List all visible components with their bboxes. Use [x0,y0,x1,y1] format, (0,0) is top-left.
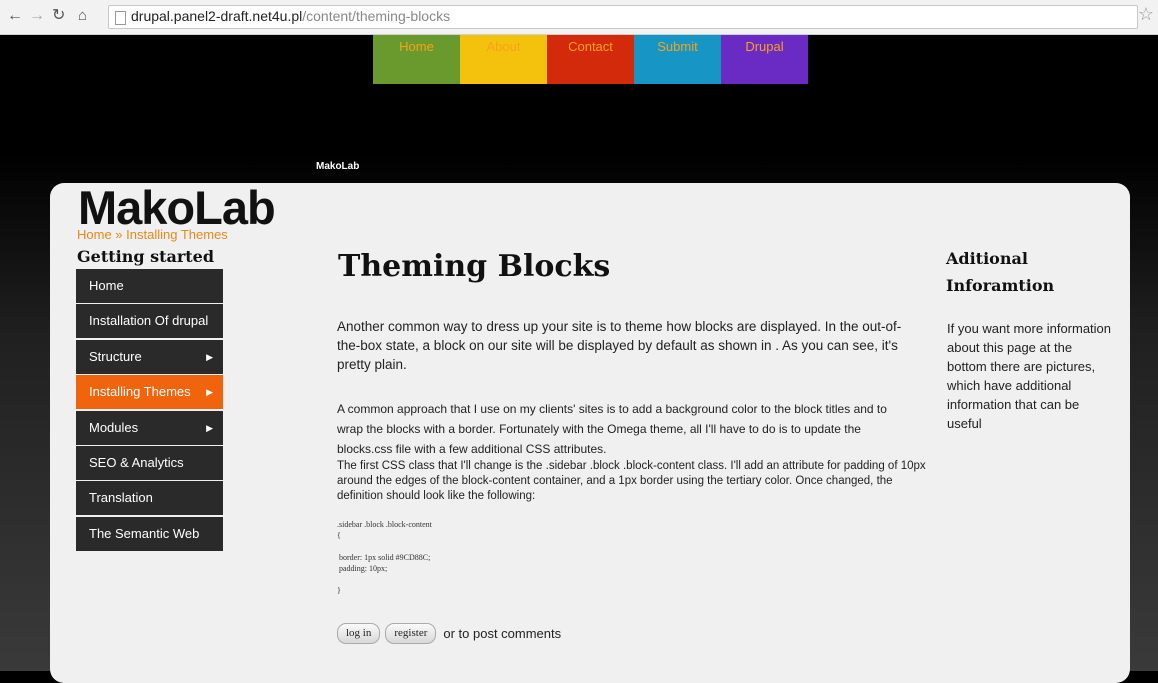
top-menu-drupal[interactable]: Drupal [721,35,808,84]
page-title: Theming Blocks [338,249,611,284]
browser-toolbar: ← → ↻ ⌂ drupal.panel2-draft.net4u.pl/con… [0,0,1158,35]
sidebar-item-home[interactable]: Home [76,269,223,303]
sidebar-item-label: SEO & Analytics [89,454,184,470]
aside-text: If you want more information about this … [947,321,1112,431]
site-name-small[interactable]: MakoLab [316,161,359,172]
sidebar-item-label: Home [89,278,124,293]
sidebar-item-semantic-web[interactable]: The Semantic Web [76,516,223,551]
top-menu-contact[interactable]: Contact [547,35,634,84]
sidebar-item-label: The Semantic Web [89,525,200,541]
breadcrumb: Home » Installing Themes [77,227,228,242]
top-menu-submit[interactable]: Submit [634,35,721,84]
paragraph-3: The first CSS class that I'll change is … [337,460,926,502]
sidebar-item-modules[interactable]: Modules ▶ [76,410,223,445]
sidebar-menu: Home Installation Of drupal Structure ▶ I… [76,269,223,552]
page-icon [115,11,126,25]
sidebar-item-installation[interactable]: Installation Of drupal [76,304,223,339]
top-menu: Home About Contact Submit Drupal [373,35,808,84]
sidebar-item-label: Modules [89,419,139,435]
top-menu-about[interactable]: About [460,35,547,84]
code-block: .sidebar .block .block-content { border:… [337,520,432,595]
sidebar-item-seo[interactable]: SEO & Analytics [76,445,223,480]
breadcrumb-separator: » [111,227,127,242]
breadcrumb-home[interactable]: Home [77,227,112,242]
reload-icon[interactable]: ↻ [52,6,65,26]
sidebar-item-label: Translation [89,490,153,506]
page: Home About Contact Submit Drupal MakoLab… [0,35,1158,683]
login-link[interactable]: log in [337,623,381,644]
breadcrumb-current[interactable]: Installing Themes [126,227,228,242]
sidebar-item-label: Installation Of drupal [89,313,209,329]
sidebar-item-structure[interactable]: Structure ▶ [76,339,223,374]
top-menu-home[interactable]: Home [373,35,460,84]
sidebar-item-label: Installing Themes [89,384,191,400]
register-link[interactable]: register [385,623,437,644]
paragraph-2: A common approach that I use on my clien… [337,402,887,456]
comment-links: log in register or to post comments [337,623,561,644]
sidebar-item-label: Structure [89,348,142,364]
sidebar-item-translation[interactable]: Translation [76,481,223,516]
aside-title: Aditional Inforamtion [946,249,1055,295]
arrow-right-icon: ▶ [206,351,213,362]
back-icon[interactable]: ← [7,6,23,26]
forward-icon[interactable]: → [29,6,45,26]
arrow-right-icon: ▶ [206,387,213,398]
arrow-right-icon: ▶ [206,422,213,433]
comment-suffix: or to post comments [443,626,562,641]
paragraph-1: Another common way to dress up your site… [337,319,902,372]
content-panel: MakoLab Home » Installing Themes Getting… [50,181,1130,683]
address-bar[interactable]: drupal.panel2-draft.net4u.pl/content/the… [108,5,1138,29]
bookmark-star-icon[interactable]: ☆ [1138,4,1154,25]
url-text[interactable]: drupal.panel2-draft.net4u.pl/content/the… [131,8,450,24]
sidebar-item-installing-themes[interactable]: Installing Themes ▶ [76,375,223,410]
sidebar-title: Getting started [77,247,215,266]
home-icon[interactable]: ⌂ [78,6,87,26]
